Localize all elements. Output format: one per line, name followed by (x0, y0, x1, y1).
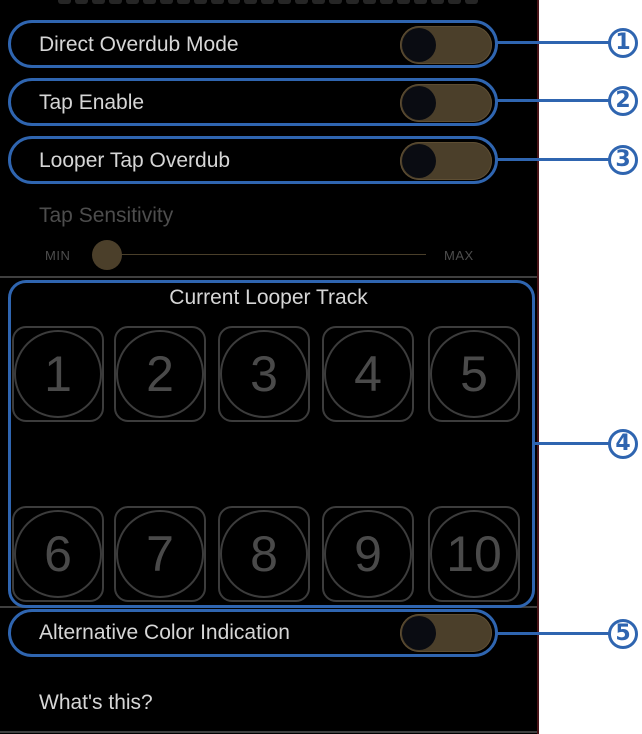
tap-enable-toggle[interactable] (400, 84, 492, 122)
looper-track-title: Current Looper Track (169, 286, 368, 309)
looper-track-button[interactable]: 6 (12, 506, 104, 602)
page-indicator-dashes (58, 0, 478, 4)
looper-tap-overdub-toggle[interactable] (400, 142, 492, 180)
tap-sensitivity-label: Tap Sensitivity (39, 204, 174, 227)
toggle-knob (402, 144, 436, 178)
looper-track-button[interactable]: 1 (12, 326, 104, 422)
toggle-knob (402, 616, 436, 650)
slider-max-label: MAX (444, 248, 474, 263)
looper-track-button[interactable]: 8 (218, 506, 310, 602)
divider (0, 276, 537, 278)
callout-line-4 (533, 442, 609, 445)
looper-track-button[interactable]: 4 (322, 326, 414, 422)
direct-overdub-label: Direct Overdub Mode (39, 33, 239, 56)
whats-this-link[interactable]: What's this? (39, 691, 153, 715)
direct-overdub-toggle[interactable] (400, 26, 492, 64)
toggle-knob (402, 86, 436, 120)
track-number: 3 (220, 330, 308, 418)
settings-panel: Direct Overdub Mode Tap Enable Looper Ta… (0, 0, 539, 734)
alt-color-toggle[interactable] (400, 614, 492, 652)
callout-badge-1: 1 (608, 28, 638, 58)
track-number: 4 (324, 330, 412, 418)
alt-color-label: Alternative Color Indication (39, 621, 290, 644)
callout-line-5 (497, 632, 609, 635)
track-number: 2 (116, 330, 204, 418)
looper-tap-overdub-label: Looper Tap Overdub (39, 149, 231, 172)
track-number: 9 (324, 510, 412, 598)
track-number: 5 (430, 330, 518, 418)
looper-track-button[interactable]: 10 (428, 506, 520, 602)
divider (0, 606, 537, 608)
track-number: 10 (430, 510, 518, 598)
callout-line-1 (497, 41, 609, 44)
looper-track-button[interactable]: 9 (322, 506, 414, 602)
callout-badge-2: 2 (608, 86, 638, 116)
tap-enable-label: Tap Enable (39, 91, 145, 114)
looper-track-button[interactable]: 7 (114, 506, 206, 602)
track-number: 1 (14, 330, 102, 418)
callout-badge-4: 4 (608, 429, 638, 459)
tap-sensitivity-slider-thumb[interactable] (92, 240, 122, 270)
track-number: 8 (220, 510, 308, 598)
slider-min-label: MIN (45, 248, 71, 263)
callout-line-2 (497, 99, 609, 102)
looper-track-button[interactable]: 2 (114, 326, 206, 422)
looper-track-button[interactable]: 3 (218, 326, 310, 422)
looper-track-button[interactable]: 5 (428, 326, 520, 422)
toggle-knob (402, 28, 436, 62)
divider (0, 731, 537, 733)
callout-line-3 (497, 158, 609, 161)
callout-badge-5: 5 (608, 619, 638, 649)
track-number: 7 (116, 510, 204, 598)
track-number: 6 (14, 510, 102, 598)
tap-sensitivity-slider-track[interactable] (107, 254, 426, 255)
callout-badge-3: 3 (608, 145, 638, 175)
